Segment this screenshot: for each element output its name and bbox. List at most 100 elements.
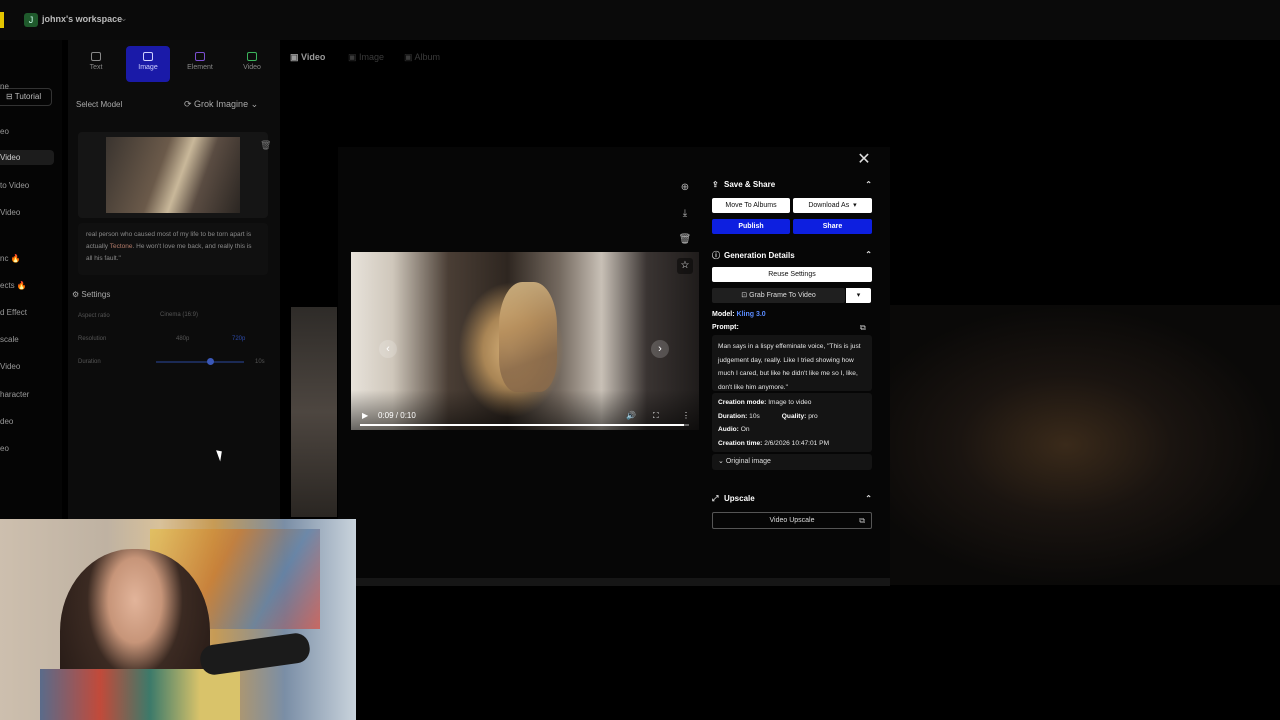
tab-element[interactable]: Element: [178, 46, 222, 82]
share-icon: ⇪: [712, 180, 719, 189]
gallery-thumbnail[interactable]: [291, 307, 337, 517]
video-upscale-label: Video Upscale: [769, 517, 815, 524]
sidebar-item[interactable]: nc 🔥: [0, 254, 21, 263]
sidebar-item[interactable]: ne: [0, 82, 9, 91]
trash-icon[interactable]: 🗑: [678, 233, 692, 247]
chevron-down-icon[interactable]: ⌄: [120, 13, 128, 24]
chevron-up-icon[interactable]: ⌃: [865, 250, 872, 259]
duration-slider[interactable]: [156, 361, 244, 363]
chevron-up-icon[interactable]: ⌃: [865, 494, 872, 503]
sidebar-item[interactable]: haracter: [0, 390, 29, 399]
publish-button[interactable]: Publish: [712, 219, 790, 234]
video-time: 0:09 / 0:10: [378, 411, 416, 420]
aspect-ratio-select[interactable]: Cinema (16:9): [160, 312, 198, 318]
meta-value: 10s: [749, 412, 760, 420]
book-icon: ⊟: [6, 92, 15, 101]
video-player[interactable]: ☆ ‹ › ▶ 0:09 / 0:10 🔊 ⛶ ⋮: [351, 252, 699, 430]
sidebar-item[interactable]: Video: [0, 208, 20, 217]
tab-video[interactable]: ▣ Video: [290, 52, 325, 63]
grab-frame-button[interactable]: ⊡ Grab Frame To Video: [712, 288, 845, 303]
prompt-textarea[interactable]: real person who caused most of my life t…: [78, 223, 268, 275]
audio-row: Audio: On: [718, 423, 866, 437]
meta-value: pro: [808, 412, 818, 420]
sidebar-item[interactable]: Video: [0, 362, 20, 371]
microphone: [198, 631, 312, 677]
fullscreen-icon[interactable]: ⛶: [653, 411, 659, 421]
sidebar-item[interactable]: eo: [0, 444, 9, 453]
info-icon: ⓘ: [712, 251, 720, 260]
sidebar-item[interactable]: ects 🔥: [0, 281, 27, 290]
reuse-settings-button[interactable]: Reuse Settings: [712, 267, 872, 282]
chevron-up-icon[interactable]: ⌃: [865, 180, 872, 189]
upscale-header[interactable]: ⤢ Upscale ⌃: [712, 494, 872, 508]
streamer-shirt: [40, 669, 240, 720]
creation-mode-row: Creation mode: Image to video: [718, 396, 866, 410]
sidebar-item[interactable]: deo: [0, 417, 13, 426]
caret-down-icon: ▾: [853, 202, 857, 209]
creation-time-row: Creation time: 2/6/2026 10:47:01 PM: [718, 437, 866, 451]
model-dropdown[interactable]: ⟳ Grok Imagine ⌄: [184, 99, 258, 110]
chevron-left-icon[interactable]: ‹: [379, 340, 397, 358]
share-button[interactable]: Share: [793, 219, 872, 234]
play-icon[interactable]: ▶: [362, 411, 368, 420]
download-as-label: Download As: [808, 202, 850, 209]
resolution-option-selected[interactable]: 720p: [232, 336, 245, 342]
chevron-down-icon: ⌄: [250, 99, 259, 109]
meta-value: Image to video: [768, 399, 812, 406]
video-progress-bar[interactable]: [360, 424, 689, 426]
download-as-button[interactable]: Download As ▾: [793, 198, 872, 213]
trash-icon[interactable]: 🗑: [260, 140, 271, 151]
star-icon[interactable]: ☆: [677, 258, 693, 274]
original-image-label: Original image: [725, 458, 771, 465]
accent-chip: [0, 12, 4, 28]
move-to-albums-button[interactable]: Move To Albums: [712, 198, 790, 213]
close-icon[interactable]: ✕: [856, 152, 872, 168]
duration-label: Duration: [78, 359, 101, 365]
sidebar-item-active[interactable]: Video: [0, 150, 54, 165]
more-options-icon[interactable]: ⋮: [682, 411, 690, 420]
prompt-mention: Tectone: [109, 243, 133, 250]
workspace-name[interactable]: johnx's workspace: [42, 14, 122, 24]
aspect-ratio-label: Aspect ratio: [78, 313, 110, 319]
resolution-option[interactable]: 480p: [176, 336, 189, 342]
generation-details-header[interactable]: ⓘ Generation Details ⌃: [712, 250, 872, 264]
model-value[interactable]: Kling 3.0: [737, 311, 766, 318]
tab-image[interactable]: ▣ Image: [348, 52, 384, 63]
tab-text[interactable]: Text: [74, 46, 118, 82]
model-value: Grok Imagine: [194, 99, 249, 109]
workspace-avatar[interactable]: J: [24, 13, 38, 27]
volume-icon[interactable]: 🔊: [626, 411, 636, 420]
image-icon: [143, 52, 153, 61]
copy-icon[interactable]: ⧉: [860, 323, 866, 333]
meta-value: 2/6/2026 10:47:01 PM: [764, 439, 830, 447]
duration-slider-handle[interactable]: [207, 358, 214, 365]
original-image-toggle[interactable]: ⌄ Original image: [712, 454, 872, 470]
download-icon[interactable]: ⤓: [678, 207, 692, 221]
sidebar-item[interactable]: d Effect: [0, 308, 27, 317]
generation-meta: Creation mode: Image to video Duration: …: [712, 393, 872, 452]
tab-album[interactable]: ▣ Album: [404, 52, 440, 63]
gallery-thumbnail[interactable]: [890, 305, 1280, 585]
meta-value: On: [740, 426, 750, 433]
grab-frame-dropdown[interactable]: ▾: [846, 288, 871, 303]
tab-image[interactable]: Image: [126, 46, 170, 82]
text-icon: [91, 52, 101, 61]
video-icon: [247, 52, 257, 61]
sidebar-item[interactable]: scale: [0, 335, 19, 344]
tab-label: Video: [243, 64, 261, 71]
tab-video[interactable]: Video: [230, 46, 274, 82]
video-upscale-button[interactable]: Video Upscale ⧉: [712, 512, 872, 529]
sidebar-item[interactable]: eo: [0, 127, 9, 136]
meta-label: Duration:: [718, 412, 748, 420]
reference-image[interactable]: [106, 137, 240, 213]
meta-label: Audio:: [718, 426, 739, 433]
chevron-right-icon[interactable]: ›: [651, 340, 669, 358]
save-share-header[interactable]: ⇪ Save & Share ⌃: [712, 180, 872, 194]
model-label: Model:: [712, 311, 735, 318]
model-info: Model: Kling 3.0: [712, 311, 766, 318]
tutorial-label: Tutorial: [14, 92, 42, 101]
settings-heading: ⚙ Settings: [72, 290, 110, 299]
settings-label: Settings: [81, 290, 111, 299]
zoom-in-icon[interactable]: ⊕: [678, 181, 692, 195]
sidebar-item[interactable]: to Video: [0, 181, 29, 190]
